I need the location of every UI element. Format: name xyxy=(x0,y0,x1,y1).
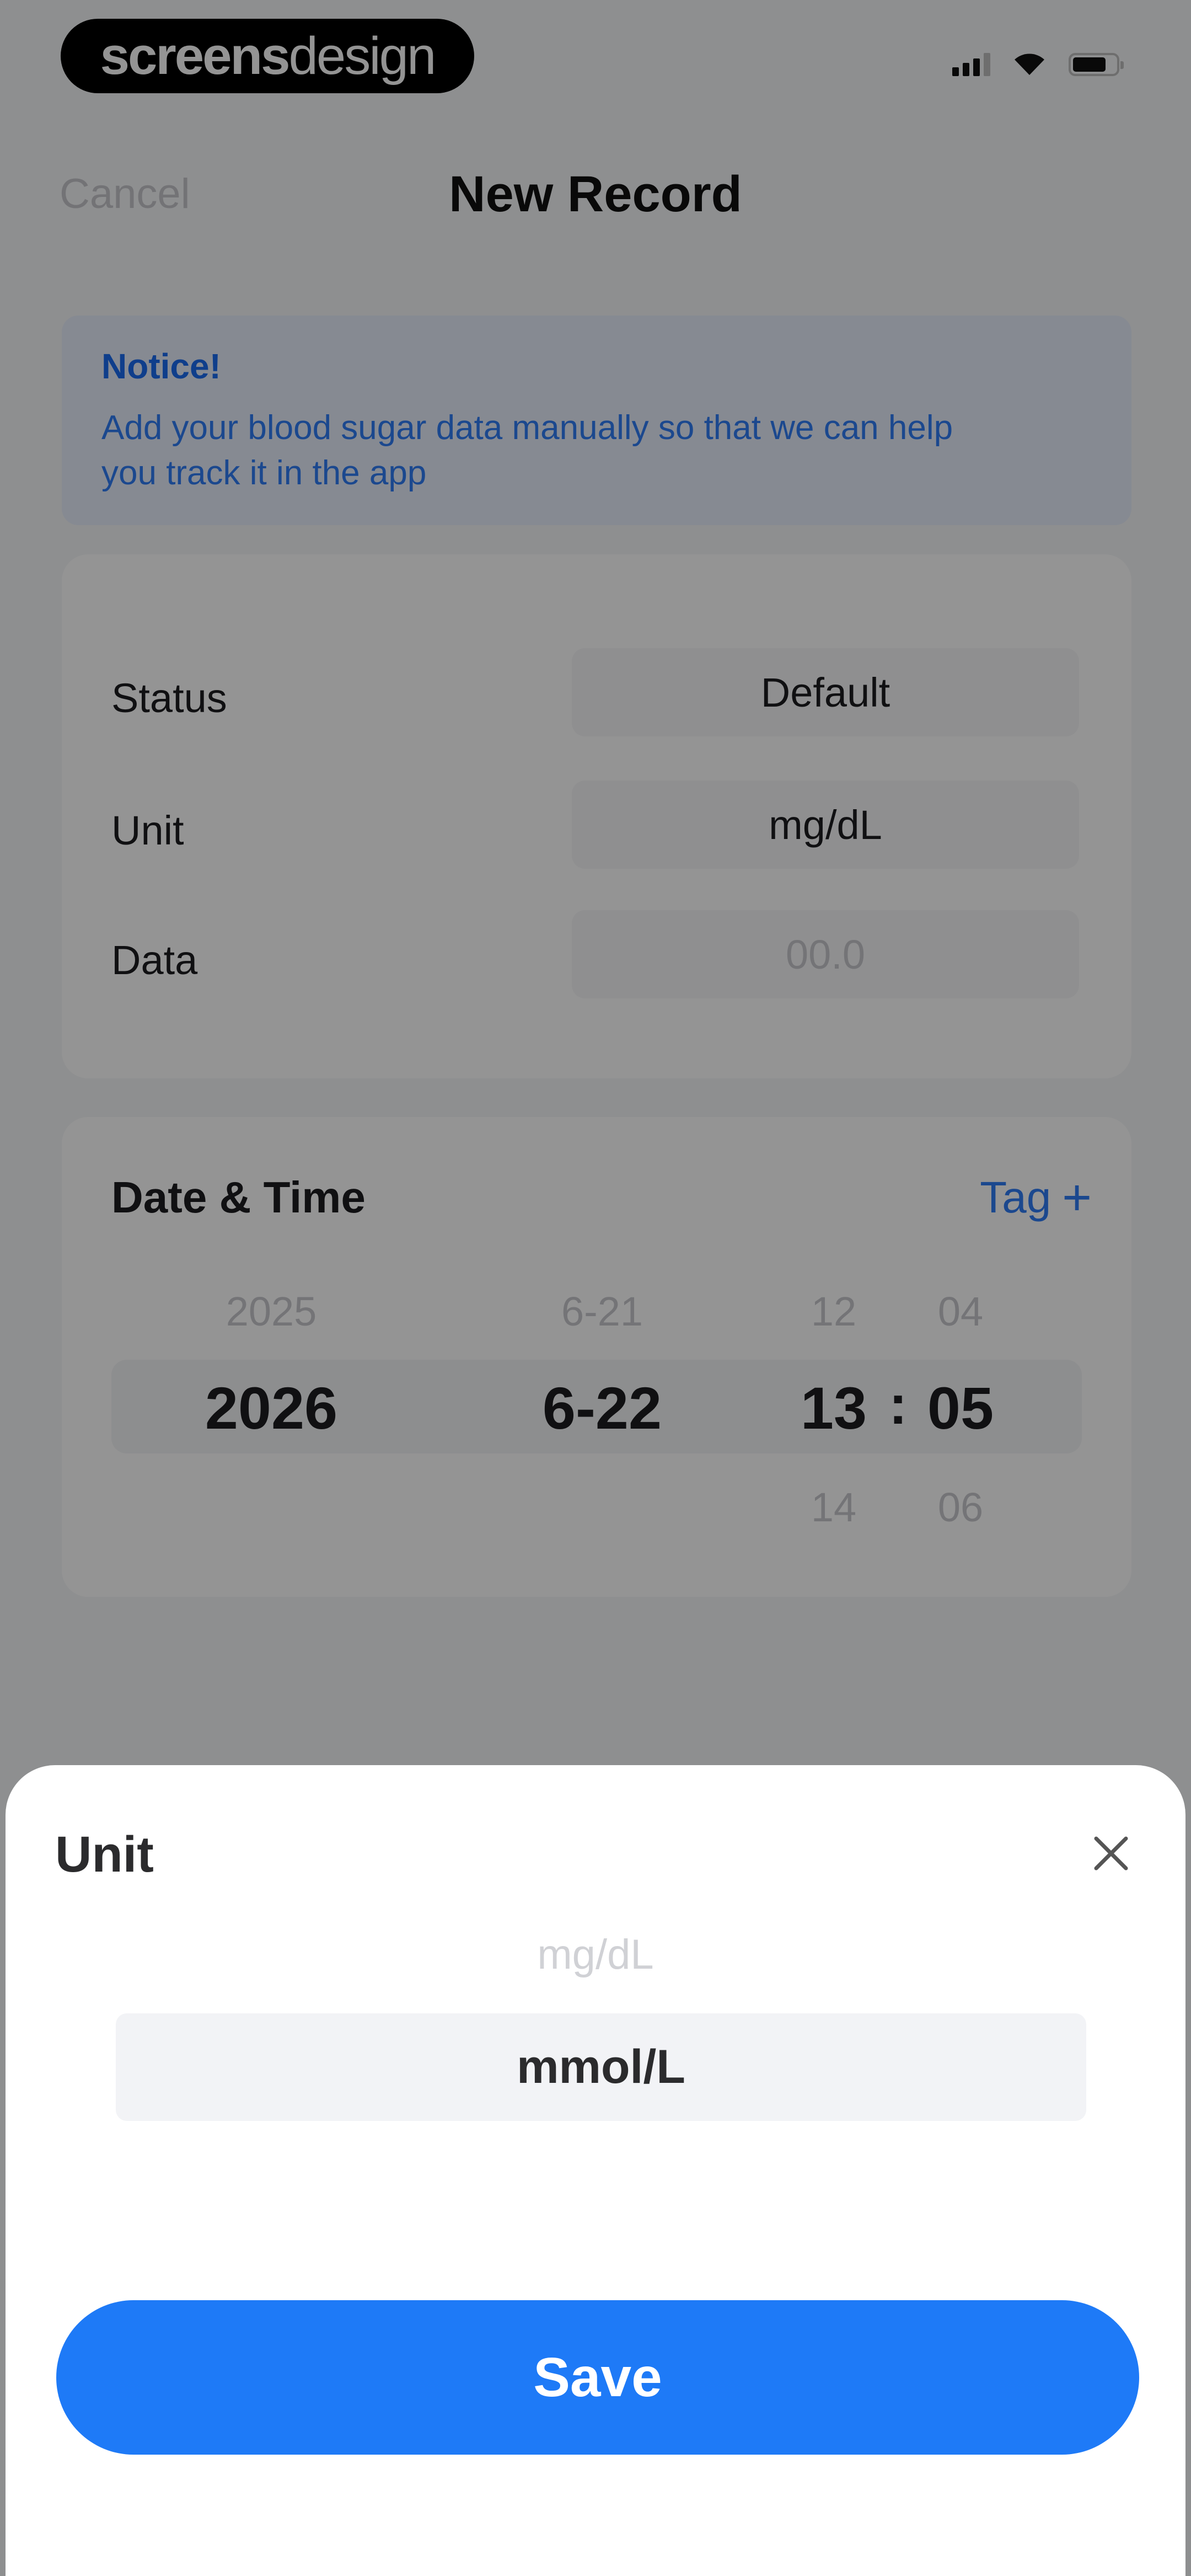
unit-bottom-sheet: Unit mg/dL mmol/L Save xyxy=(6,1765,1185,2576)
sheet-title: Unit xyxy=(55,1826,154,1883)
unit-option-mgdl[interactable]: mg/dL xyxy=(6,1931,1185,1979)
save-button[interactable]: Save xyxy=(56,2300,1139,2455)
new-record-screen: screens design Cancel New Record Notice! … xyxy=(0,0,1191,2576)
close-icon[interactable] xyxy=(1086,1829,1136,1878)
unit-option-mmoll[interactable]: mmol/L xyxy=(116,2013,1086,2121)
